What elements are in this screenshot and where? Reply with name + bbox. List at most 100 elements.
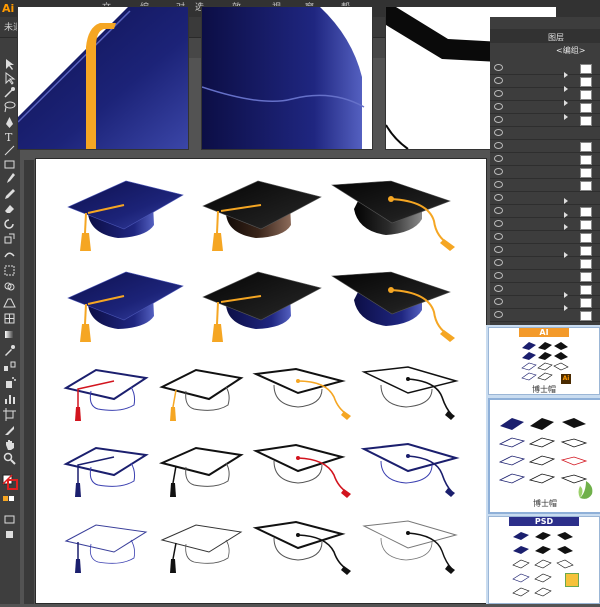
warp-icon[interactable] <box>3 248 16 261</box>
expand-arrow-icon[interactable] <box>564 72 568 78</box>
magic-wand-icon[interactable] <box>3 86 16 99</box>
rectangle-icon[interactable] <box>3 158 16 171</box>
artboard[interactable] <box>36 159 486 603</box>
eye-icon[interactable] <box>494 77 503 84</box>
slice-icon[interactable] <box>3 424 16 437</box>
hand-icon[interactable] <box>3 438 16 451</box>
eye-icon[interactable] <box>494 181 503 188</box>
zoom-icon[interactable] <box>3 452 16 465</box>
expand-arrow-icon[interactable] <box>564 100 568 106</box>
layer-thumbnail <box>580 77 592 87</box>
thumbnail-card-psd[interactable]: PSD <box>488 516 600 604</box>
brush-icon[interactable] <box>3 172 16 185</box>
layer-thumbnail <box>580 168 592 178</box>
expand-arrow-icon[interactable] <box>564 114 568 120</box>
color-swatch[interactable] <box>3 496 8 501</box>
psd-file-icon <box>565 573 579 587</box>
screen-mode-icon[interactable] <box>3 513 16 526</box>
layers-panel-header <box>490 29 600 43</box>
layers-panel-title[interactable]: 图层 <box>548 32 564 43</box>
free-transform-icon[interactable] <box>3 264 16 277</box>
eraser-icon[interactable] <box>3 202 16 215</box>
expand-arrow-icon[interactable] <box>564 86 568 92</box>
selection-tool-icon[interactable] <box>3 58 16 71</box>
scale-icon[interactable] <box>3 232 16 245</box>
artwork <box>63 180 460 575</box>
pencil-icon[interactable] <box>3 188 16 201</box>
graduation-cap-outline-thin-right <box>362 520 458 574</box>
eye-icon[interactable] <box>494 90 503 97</box>
thumbnail-preview <box>512 532 574 597</box>
layer-thumbnail <box>580 142 592 152</box>
lasso-icon[interactable] <box>3 100 16 113</box>
layer-row[interactable] <box>490 192 600 205</box>
layer-thumbnail <box>580 90 592 100</box>
eye-icon[interactable] <box>494 129 503 136</box>
layer-thumbnail <box>580 246 592 256</box>
blend-icon[interactable] <box>3 360 16 373</box>
graduation-cap-navy-gold <box>67 271 184 342</box>
artboard-icon[interactable] <box>3 408 16 421</box>
perspective-icon[interactable] <box>3 296 16 309</box>
type-icon[interactable]: T <box>3 130 16 143</box>
eye-icon[interactable] <box>494 285 503 292</box>
expand-arrow-icon[interactable] <box>564 292 568 298</box>
layer-row[interactable] <box>490 127 600 140</box>
drawing-mode-icon[interactable] <box>3 528 16 541</box>
eye-icon[interactable] <box>494 168 503 175</box>
color-swatch[interactable] <box>9 496 14 501</box>
eye-icon[interactable] <box>494 194 503 201</box>
graduation-cap-outline-black <box>158 446 244 497</box>
graduation-cap-navy-gold <box>67 180 184 251</box>
eye-icon[interactable] <box>494 220 503 227</box>
eye-icon[interactable] <box>494 272 503 279</box>
expand-arrow-icon[interactable] <box>564 224 568 230</box>
symbol-sprayer-icon[interactable] <box>3 376 16 389</box>
direct-select-icon[interactable] <box>3 72 16 85</box>
eye-icon[interactable] <box>494 259 503 266</box>
file-type-badge: PSD <box>509 517 579 526</box>
expand-arrow-icon[interactable] <box>564 252 568 258</box>
shape-builder-icon[interactable] <box>3 280 16 293</box>
layer-group-label[interactable]: <编组> <box>556 45 585 56</box>
graduation-cap-outline-gold-right <box>252 367 351 420</box>
thumbnail-card-selected[interactable]: 博士帽 <box>488 398 600 514</box>
eyedropper-icon[interactable] <box>3 344 16 357</box>
layer-thumbnail <box>580 259 592 269</box>
graduation-cap-black-gold-right <box>331 180 455 251</box>
eye-icon[interactable] <box>494 311 503 318</box>
layer-thumbnail <box>580 311 592 321</box>
pen-icon[interactable] <box>3 116 16 129</box>
mesh-icon[interactable] <box>3 312 16 325</box>
eye-icon[interactable] <box>494 155 503 162</box>
thumbnail-card-ai[interactable]: AI Ai 博士帽 <box>488 327 600 395</box>
expand-arrow-icon[interactable] <box>564 212 568 218</box>
expand-arrow-icon[interactable] <box>564 305 568 311</box>
thumbnail-caption: 博士帽 <box>532 385 556 394</box>
line-icon[interactable] <box>3 144 16 157</box>
graph-icon[interactable] <box>3 392 16 405</box>
layer-thumbnail <box>580 181 592 191</box>
eye-icon[interactable] <box>494 298 503 305</box>
eye-icon[interactable] <box>494 207 503 214</box>
layer-thumbnail <box>580 285 592 295</box>
layer-thumbnail <box>580 220 592 230</box>
svg-text:T: T <box>5 131 13 143</box>
eye-icon[interactable] <box>494 233 503 240</box>
expand-arrow-icon[interactable] <box>564 198 568 204</box>
graduation-cap-outline-navy <box>63 446 149 497</box>
graduation-cap-outline-black-right <box>361 366 459 420</box>
layer-thumbnail <box>580 155 592 165</box>
graduation-cap-outline-black-right <box>252 520 351 575</box>
graduation-cap-navy-black-gold <box>202 271 322 342</box>
eye-icon[interactable] <box>494 64 503 71</box>
eye-icon[interactable] <box>494 116 503 123</box>
eye-icon[interactable] <box>494 103 503 110</box>
eye-icon[interactable] <box>494 246 503 253</box>
fill-stroke-icon[interactable] <box>2 474 18 490</box>
rotate-icon[interactable] <box>3 218 16 231</box>
graduation-cap-brown-gold <box>202 180 322 251</box>
eye-icon[interactable] <box>494 142 503 149</box>
gradient-icon[interactable] <box>3 328 16 341</box>
zoom-preview-2 <box>202 7 372 149</box>
